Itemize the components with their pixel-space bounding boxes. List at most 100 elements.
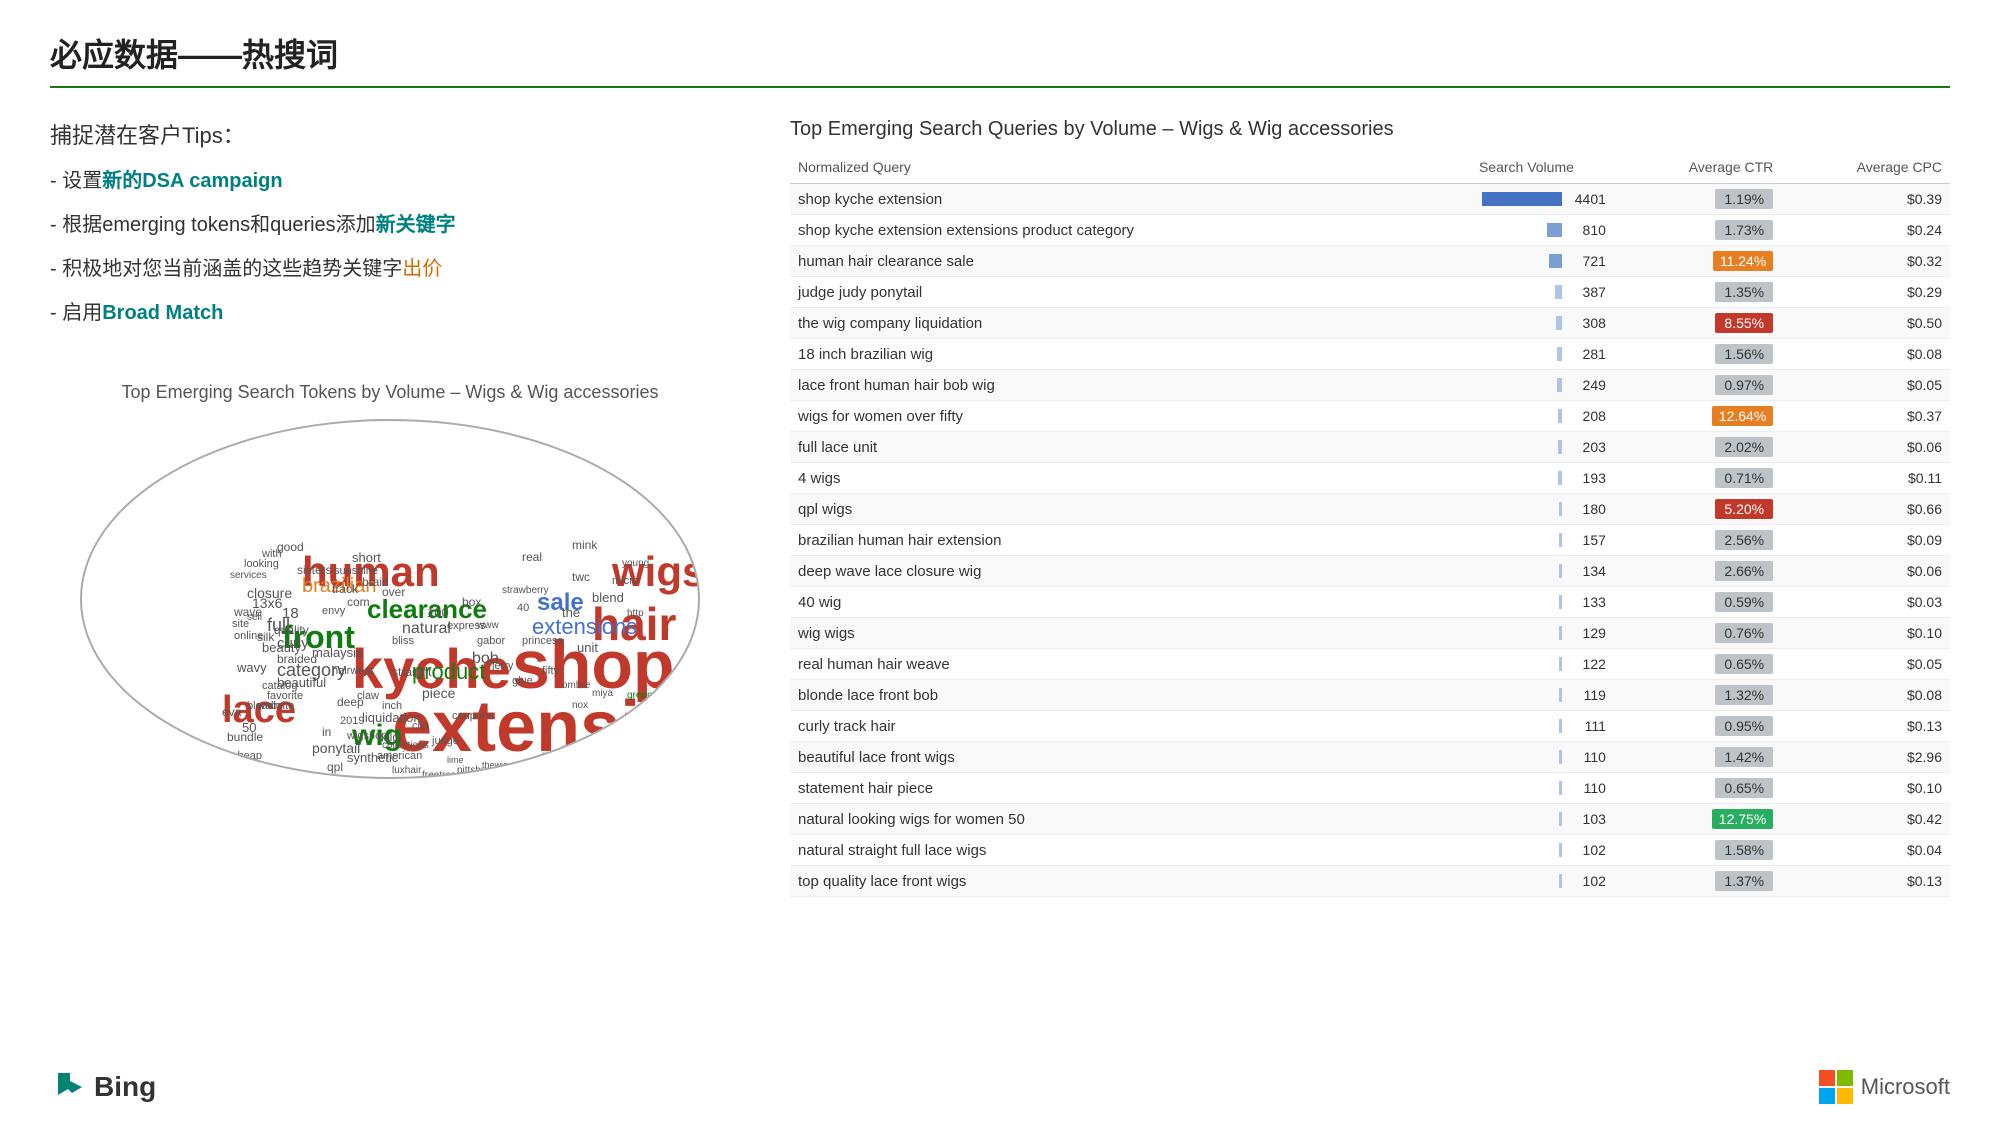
table-row: curly track hair1110.95%$0.13 — [790, 711, 1950, 742]
microsoft-text: Microsoft — [1861, 1074, 1950, 1100]
volume-number: 103 — [1568, 811, 1606, 827]
wordcloud-word: wavy — [237, 661, 267, 674]
table-row: full lace unit2032.02%$0.06 — [790, 432, 1950, 463]
query-cell: natural straight full lace wigs — [790, 835, 1376, 866]
wordcloud-word: with — [262, 549, 282, 560]
table-head: Normalized Query Search Volume Average C… — [790, 155, 1950, 184]
wordcloud-word: straight — [392, 666, 431, 678]
volume-bar — [1557, 378, 1562, 392]
table-row: wigs for women over fifty20812.64%$0.37 — [790, 401, 1950, 432]
ctr-badge: 1.19% — [1715, 189, 1773, 209]
cpc-cell: $0.42 — [1781, 804, 1950, 835]
wordcloud-title: Top Emerging Search Tokens by Volume – W… — [50, 382, 730, 403]
wordcloud-word: looking — [244, 559, 279, 570]
tips-section: 捕捉潜在客户Tips： - 设置新的DSA campaign - 根据emerg… — [50, 118, 730, 342]
wordcloud-word: com — [347, 596, 370, 608]
table-row: the wig company liquidation 308 8.55% $0.50 — [790, 308, 1950, 339]
table-row: real human hair weave1220.65%$0.05 — [790, 649, 1950, 680]
volume-cell: 103 — [1376, 804, 1614, 835]
cpc-cell: $0.66 — [1781, 494, 1950, 525]
query-cell: lace front human hair bob wig — [790, 370, 1376, 401]
query-cell: shop kyche extension — [790, 184, 1376, 215]
volume-cell: 111 — [1376, 711, 1614, 742]
wordcloud-word: 100 — [427, 606, 449, 619]
wordcloud-word: quality — [274, 624, 309, 636]
wordcloud-word: blend — [592, 591, 624, 604]
query-cell: beautiful lace front wigs — [790, 742, 1376, 773]
volume-cell: 193 — [1376, 463, 1614, 494]
volume-cell: 110 — [1376, 742, 1614, 773]
query-cell: statement hair piece — [790, 773, 1376, 804]
wordcloud-word: envy — [322, 606, 345, 617]
ctr-cell: 2.02% — [1614, 432, 1781, 463]
cpc-cell: $0.06 — [1781, 432, 1950, 463]
volume-number: 110 — [1568, 749, 1606, 765]
wordcloud-word: jerry — [492, 661, 513, 672]
table-row: top quality lace front wigs1021.37%$0.13 — [790, 866, 1950, 897]
volume-bar — [1559, 781, 1562, 795]
wordcloud-word: strawberry — [502, 586, 549, 596]
wordcloud-word: braided — [277, 653, 317, 665]
cpc-cell: $0.29 — [1781, 277, 1950, 308]
wordcloud-word: clip — [412, 721, 429, 732]
volume-cell: 721 — [1376, 246, 1614, 277]
wordcloud-word: blonde — [627, 736, 657, 746]
ctr-badge: 0.95% — [1715, 716, 1773, 736]
volume-bar — [1482, 192, 1562, 206]
ms-square-yellow — [1837, 1088, 1853, 1104]
ctr-badge: 2.66% — [1715, 561, 1773, 581]
volume-bar — [1559, 812, 1562, 826]
table-row: wig wigs1290.76%$0.10 — [790, 618, 1950, 649]
volume-bar — [1557, 347, 1562, 361]
col-volume: Search Volume — [1376, 155, 1614, 184]
wordcloud-word: gabor — [477, 636, 505, 647]
ctr-cell: 1.37% — [1614, 866, 1781, 897]
wordcloud-word: box — [462, 596, 481, 608]
volume-cell: 110 — [1376, 773, 1614, 804]
bing-text: Bing — [94, 1071, 156, 1103]
query-cell: the wig company liquidation — [790, 308, 1376, 339]
wordcloud-word: green — [627, 691, 653, 701]
wordcloud-word: micro — [612, 576, 639, 587]
ctr-badge: 8.55% — [1715, 313, 1773, 333]
table-row: statement hair piece1100.65%$0.10 — [790, 773, 1950, 804]
volume-number: 308 — [1568, 315, 1606, 331]
wordcloud-word: lime — [447, 756, 464, 765]
ctr-badge: 1.56% — [1715, 344, 1773, 364]
volume-bar — [1559, 657, 1562, 671]
ms-grid-icon — [1819, 1070, 1853, 1104]
wordcloud-word: track — [332, 583, 358, 595]
volume-cell: 122 — [1376, 649, 1614, 680]
ctr-badge: 0.97% — [1715, 375, 1773, 395]
ctr-cell: 0.65% — [1614, 649, 1781, 680]
ctr-cell: 5.20% — [1614, 494, 1781, 525]
wordcloud-section: Top Emerging Search Tokens by Volume – W… — [50, 382, 730, 779]
wordcloud-word: 50 — [242, 721, 256, 734]
volume-number: 129 — [1568, 625, 1606, 641]
wordcloud-inner: extensionshopkychehairwigshumanlacefront… — [82, 421, 698, 777]
query-cell: qpl wigs — [790, 494, 1376, 525]
ctr-cell: 0.71% — [1614, 463, 1781, 494]
ctr-cell: 2.56% — [1614, 525, 1781, 556]
cpc-cell: $0.32 — [1781, 246, 1950, 277]
volume-number: 203 — [1568, 439, 1606, 455]
ctr-badge: 0.76% — [1715, 623, 1773, 643]
volume-number: 721 — [1568, 253, 1606, 269]
volume-number: 249 — [1568, 377, 1606, 393]
wordcloud-word: nix — [607, 726, 619, 735]
query-cell: curly track hair — [790, 711, 1376, 742]
wordcloud-word: 2019 — [340, 716, 364, 727]
query-cell: judge judy ponytail — [790, 277, 1376, 308]
query-cell: top quality lace front wigs — [790, 866, 1376, 897]
wordcloud-word: twc — [572, 571, 590, 583]
wordcloud-word: coupons — [452, 711, 494, 722]
ctr-cell: 1.56% — [1614, 339, 1781, 370]
wordcloud-word: princess — [522, 636, 563, 647]
wordcloud-word: sell — [247, 613, 262, 623]
ms-square-green — [1837, 1070, 1853, 1086]
volume-cell: 157 — [1376, 525, 1614, 556]
cpc-cell: $0.50 — [1781, 308, 1950, 339]
ctr-cell: 12.64% — [1614, 401, 1781, 432]
volume-bar — [1555, 285, 1562, 299]
cpc-cell: $0.10 — [1781, 773, 1950, 804]
